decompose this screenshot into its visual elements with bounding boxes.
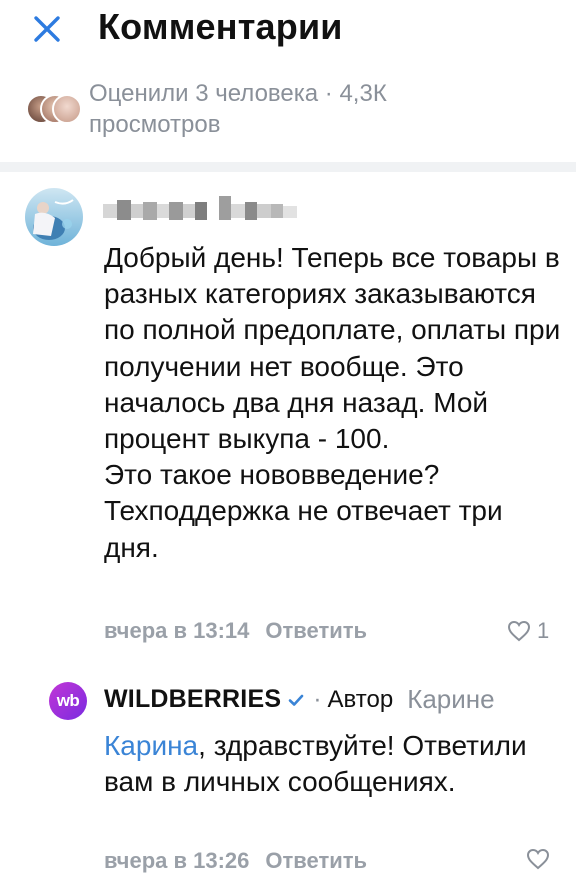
like-count: 1 [537, 618, 550, 643]
reply-header: WILDBERRIES · Автор Карине [104, 684, 495, 715]
reply-author[interactable]: WILDBERRIES [104, 685, 281, 714]
reply-timestamp: вчера в 13:26 [104, 848, 250, 873]
heart-icon [526, 848, 550, 870]
verified-check-icon [288, 694, 304, 706]
reply-text: Карина, здравствуйте! Ответили вам в лич… [104, 728, 544, 800]
likes-summary[interactable]: Оценили 3 человека · 4,3К просмотров [89, 78, 519, 140]
comment-text: Добрый день! Теперь все товары в разных … [104, 242, 561, 563]
mention-link[interactable]: Карина [104, 730, 198, 761]
avatar-label: wb [56, 691, 80, 710]
reply-button[interactable]: Ответить [265, 848, 367, 873]
avatar[interactable] [25, 188, 83, 246]
author-badge: Автор [327, 685, 394, 713]
blurred-text-icon [103, 196, 297, 220]
separator: · [313, 685, 322, 713]
reply-meta: вчера в 13:26 Ответить [104, 848, 367, 874]
reply-button[interactable]: Ответить [265, 618, 367, 643]
avatar[interactable]: wb [49, 682, 87, 720]
author-name-blurred[interactable] [103, 194, 303, 224]
close-button[interactable] [30, 12, 64, 46]
divider [0, 162, 576, 172]
comment-meta: вчера в 13:14 Ответить [104, 618, 367, 644]
heart-icon [507, 620, 531, 642]
reply-to-name[interactable]: Карине [407, 684, 494, 715]
top-bar: Комментарии [0, 0, 576, 64]
page-title: Комментарии [98, 6, 343, 47]
avatar [52, 94, 82, 124]
user-photo-icon [25, 188, 83, 246]
comment-timestamp: вчера в 13:14 [104, 618, 250, 643]
close-icon [34, 16, 60, 42]
like-button[interactable] [526, 848, 550, 870]
likers-avatars[interactable] [26, 94, 82, 124]
like-button[interactable]: 1 [507, 618, 549, 644]
